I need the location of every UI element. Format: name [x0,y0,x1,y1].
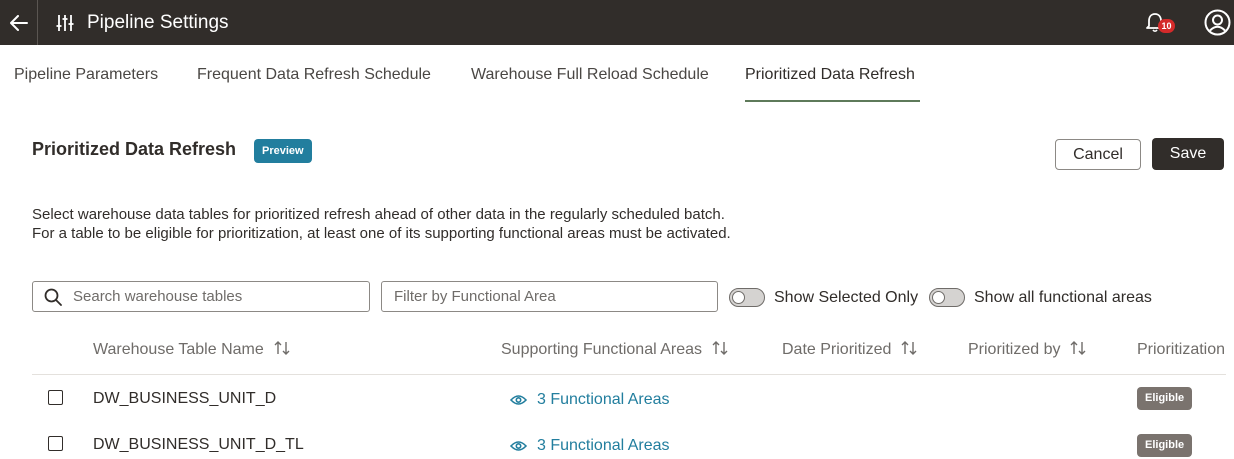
functional-areas-link[interactable]: 3 Functional Areas [510,391,670,409]
functional-areas-link[interactable]: 3 Functional Areas [510,437,670,455]
preview-badge: Preview [254,139,312,163]
column-header-date-prioritized[interactable]: Date Prioritized [782,340,917,360]
tab-frequent-data-refresh-schedule[interactable]: Frequent Data Refresh Schedule [197,56,431,102]
toggle-knob [732,291,745,304]
show-selected-only-toggle[interactable] [729,288,765,307]
eye-icon [510,441,527,451]
functional-area-filter-input[interactable] [394,282,714,311]
user-avatar-icon[interactable] [1204,9,1231,36]
functional-areas-link-label: 3 Functional Areas [537,437,670,454]
description-line-1: Select warehouse data tables for priorit… [32,206,725,223]
back-button[interactable] [0,0,38,45]
functional-areas-link-label: 3 Functional Areas [537,391,670,408]
row-checkbox[interactable] [48,390,63,405]
arrow-left-icon [9,14,28,31]
toggle-knob [932,291,945,304]
column-header-label: Supporting Functional Areas [501,341,703,358]
sort-icon[interactable] [1070,340,1086,356]
column-header-label: Prioritized by [968,341,1061,358]
tab-pipeline-parameters[interactable]: Pipeline Parameters [14,56,158,102]
row-checkbox[interactable] [48,436,63,451]
sort-icon[interactable] [274,340,290,356]
column-header-prioritized-by[interactable]: Prioritized by [968,340,1086,360]
description: Select warehouse data tables for priorit… [32,205,731,243]
show-selected-only-label: Show Selected Only [774,289,919,306]
search-input[interactable] [73,288,363,305]
cancel-button[interactable]: Cancel [1055,139,1141,170]
column-header-prioritization[interactable]: Prioritization [1137,340,1226,360]
show-all-functional-areas-toggle[interactable] [929,288,965,307]
table-cell-name: DW_BUSINESS_UNIT_D [93,390,277,407]
sliders-icon [56,15,74,31]
column-header-warehouse-table-name[interactable]: Warehouse Table Name [93,340,290,360]
description-line-2: For a table to be eligible for prioritiz… [32,225,731,242]
page-title: Prioritized Data Refresh [32,139,237,159]
tab-bar: Pipeline Parameters Frequent Data Refres… [0,56,1234,102]
tab-warehouse-full-reload-schedule[interactable]: Warehouse Full Reload Schedule [471,56,709,102]
save-button[interactable]: Save [1152,138,1224,170]
sort-icon[interactable] [712,340,728,356]
eligible-badge: Eligible [1137,434,1193,457]
tab-prioritized-data-refresh[interactable]: Prioritized Data Refresh [745,56,920,102]
top-bar: Pipeline Settings 10 [0,0,1234,45]
notification-badge: 10 [1158,19,1175,33]
search-field [32,281,370,312]
column-header-supporting-functional-areas[interactable]: Supporting Functional Areas [501,340,728,360]
search-icon [33,282,73,311]
eligible-badge: Eligible [1137,387,1193,410]
show-all-functional-areas-label: Show all functional areas [974,289,1152,306]
sort-icon[interactable] [901,340,917,356]
eye-icon [510,395,527,405]
app-title: Pipeline Settings [87,12,229,33]
table-cell-name: DW_BUSINESS_UNIT_D_TL [93,436,304,453]
column-header-label: Date Prioritized [782,341,892,358]
table-header-divider [32,374,1226,375]
column-header-label: Warehouse Table Name [93,341,264,358]
functional-area-filter-field [381,281,718,312]
